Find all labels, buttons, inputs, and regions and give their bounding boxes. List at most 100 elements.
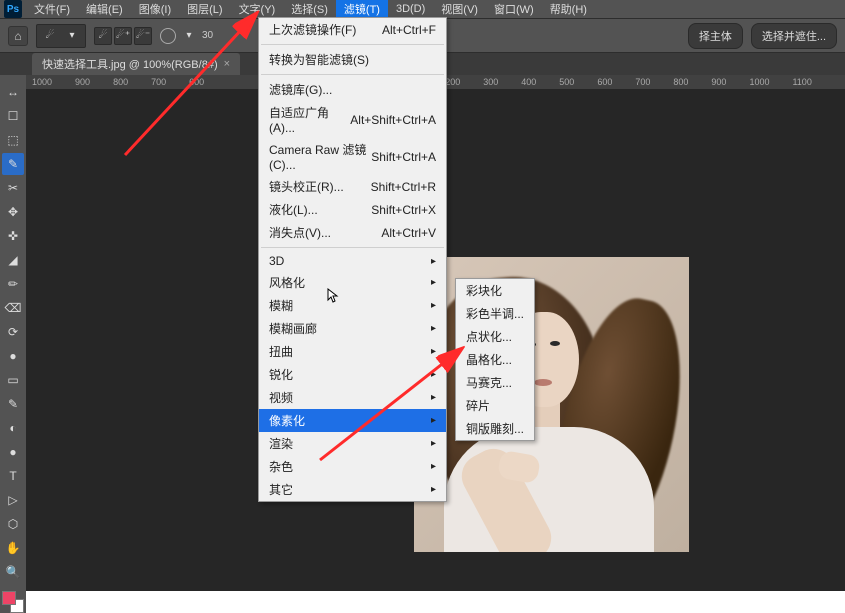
- filter-3d[interactable]: 3D ▸: [259, 251, 446, 271]
- filter-render[interactable]: 渲染 ▸: [259, 432, 446, 455]
- menu-window[interactable]: 窗口(W): [486, 0, 542, 19]
- menu-label: 像素化: [269, 412, 305, 429]
- filter-video[interactable]: 视频▸: [259, 386, 446, 409]
- submenu-arrow-icon: ▸: [431, 438, 436, 449]
- close-tab-icon[interactable]: ×: [224, 58, 230, 70]
- ruler-mark: 300: [483, 77, 498, 87]
- eyedropper-tool-icon[interactable]: ✜: [2, 225, 24, 247]
- filter-adaptive-wide[interactable]: 自适应广角(A)...Alt+Shift+Ctrl+A: [259, 101, 446, 138]
- ruler-mark: 900: [75, 77, 90, 87]
- ruler-mark: 600: [597, 77, 612, 87]
- submenu-arrow-icon: ▸: [431, 300, 436, 311]
- add-selection-icon[interactable]: ☄⁺: [114, 27, 132, 45]
- submenu-arrow-icon: ▸: [431, 256, 436, 267]
- new-selection-icon[interactable]: ☄: [94, 27, 112, 45]
- filter-convert-smart[interactable]: 转换为智能滤镜(S): [259, 48, 446, 71]
- pixelate-facet[interactable]: 彩块化: [456, 279, 534, 302]
- filter-last[interactable]: 上次滤镜操作(F) Alt+Ctrl+F: [259, 18, 446, 41]
- filter-distort[interactable]: 扭曲▸: [259, 340, 446, 363]
- foreground-color-swatch[interactable]: [2, 591, 16, 605]
- zoom-tool-icon[interactable]: 🔍: [2, 561, 24, 583]
- menu-3d[interactable]: 3D(D): [388, 1, 433, 17]
- select-subject-button[interactable]: 择主体: [688, 23, 743, 49]
- photoshop-window: Ps 文件(F) 编辑(E) 图像(I) 图层(L) 文字(Y) 选择(S) 滤…: [0, 0, 845, 591]
- menu-shortcut: Alt+Ctrl+V: [381, 226, 436, 240]
- submenu-arrow-icon: ▸: [431, 323, 436, 334]
- menu-help[interactable]: 帮助(H): [542, 0, 595, 19]
- menu-file[interactable]: 文件(F): [26, 0, 78, 19]
- filter-liquify[interactable]: 液化(L)... Shift+Ctrl+X: [259, 198, 446, 221]
- tool-panel: ↔ ☐ ⬚ ✎ ✂ ✥ ✜ ◢ ✏ ⌫ ⟳ ● ▭ ✎ ◐ ● T ▷ ⬡ ✋ …: [0, 75, 26, 613]
- menu-label: 消失点(V)...: [269, 224, 331, 241]
- filter-noise[interactable]: 杂色▸: [259, 455, 446, 478]
- frame-tool-icon[interactable]: ✥: [2, 201, 24, 223]
- menu-label: 扭曲: [269, 343, 293, 360]
- menu-label: Camera Raw 滤镜(C)...: [269, 141, 371, 172]
- menu-label: 视频: [269, 389, 293, 406]
- pen-tool-icon[interactable]: ●: [2, 441, 24, 463]
- stamp-tool-icon[interactable]: ⌫: [2, 297, 24, 319]
- dodge-tool-icon[interactable]: ◐: [2, 417, 24, 439]
- document-tab[interactable]: 快速选择工具.jpg @ 100%(RGB/8#) ×: [32, 53, 240, 75]
- brush-tool-icon[interactable]: ✏: [2, 273, 24, 295]
- ruler-mark: 700: [151, 77, 166, 87]
- gradient-tool-icon[interactable]: ▭: [2, 369, 24, 391]
- dropdown-caret-icon: ▾: [180, 27, 198, 45]
- filter-sharpen[interactable]: 锐化▸: [259, 363, 446, 386]
- filter-camera-raw[interactable]: Camera Raw 滤镜(C)...Shift+Ctrl+A: [259, 138, 446, 175]
- menu-separator: [261, 247, 444, 248]
- path-tool-icon[interactable]: ▷: [2, 489, 24, 511]
- ruler-mark: 200: [445, 77, 460, 87]
- pixelate-pointillize[interactable]: 点状化...: [456, 325, 534, 348]
- tool-preset-selector[interactable]: ☄ ▾: [36, 24, 86, 48]
- filter-other[interactable]: 其它 ▸: [259, 478, 446, 501]
- brush-size-picker[interactable]: ▾ 30: [160, 27, 213, 45]
- color-swatches[interactable]: [2, 591, 24, 613]
- blur-tool-icon[interactable]: ✎: [2, 393, 24, 415]
- pixelate-mosaic[interactable]: 马赛克...: [456, 371, 534, 394]
- menu-label: 渲染: [269, 435, 293, 452]
- pixelate-color-halftone[interactable]: 彩色半调...: [456, 302, 534, 325]
- lasso-tool-icon[interactable]: ⬚: [2, 129, 24, 151]
- history-brush-tool-icon[interactable]: ⟳: [2, 321, 24, 343]
- hand-tool-icon[interactable]: ✋: [2, 537, 24, 559]
- quick-select-tool-icon[interactable]: ✎: [2, 153, 24, 175]
- menu-label: 锐化: [269, 366, 293, 383]
- filter-vanishing-point[interactable]: 消失点(V)... Alt+Ctrl+V: [259, 221, 446, 244]
- menu-label: 滤镜库(G)...: [269, 81, 332, 98]
- menu-label: 液化(L)...: [269, 201, 318, 218]
- subtract-selection-icon[interactable]: ☄⁻: [134, 27, 152, 45]
- pixelate-fragment[interactable]: 碎片: [456, 394, 534, 417]
- menu-image[interactable]: 图像(I): [131, 0, 179, 19]
- menu-edit[interactable]: 编辑(E): [78, 0, 131, 19]
- filter-gallery[interactable]: 滤镜库(G)...: [259, 78, 446, 101]
- submenu-arrow-icon: ▸: [431, 277, 436, 288]
- pixelate-crystallize[interactable]: 晶格化...: [456, 348, 534, 371]
- healing-tool-icon[interactable]: ◢: [2, 249, 24, 271]
- menu-label: 3D: [269, 254, 284, 268]
- menu-shortcut: Shift+Ctrl+X: [371, 203, 436, 217]
- ruler-mark: 400: [521, 77, 536, 87]
- pixelate-mezzotint[interactable]: 铜版雕刻...: [456, 417, 534, 440]
- home-icon[interactable]: ⌂: [8, 26, 28, 46]
- menu-separator: [261, 74, 444, 75]
- marquee-tool-icon[interactable]: ☐: [2, 105, 24, 127]
- shape-tool-icon[interactable]: ⬡: [2, 513, 24, 535]
- crop-tool-icon[interactable]: ✂: [2, 177, 24, 199]
- filter-lens-correction[interactable]: 镜头校正(R)...Shift+Ctrl+R: [259, 175, 446, 198]
- ruler-mark: 800: [673, 77, 688, 87]
- menu-label: 杂色: [269, 458, 293, 475]
- eraser-tool-icon[interactable]: ●: [2, 345, 24, 367]
- submenu-arrow-icon: ▸: [431, 484, 436, 495]
- filter-pixelate[interactable]: 像素化▸: [259, 409, 446, 432]
- type-tool-icon[interactable]: T: [2, 465, 24, 487]
- dropdown-caret-icon: ▾: [63, 27, 81, 45]
- menu-label: 其它: [269, 481, 293, 498]
- filter-stylize[interactable]: 风格化 ▸: [259, 271, 446, 294]
- select-and-mask-button[interactable]: 选择并遮住...: [751, 23, 837, 49]
- filter-blur-gallery[interactable]: 模糊画廊▸: [259, 317, 446, 340]
- move-tool-icon[interactable]: ↔: [2, 81, 24, 103]
- menu-layer[interactable]: 图层(L): [179, 0, 230, 19]
- filter-blur[interactable]: 模糊▸: [259, 294, 446, 317]
- menu-label: 风格化: [269, 274, 305, 291]
